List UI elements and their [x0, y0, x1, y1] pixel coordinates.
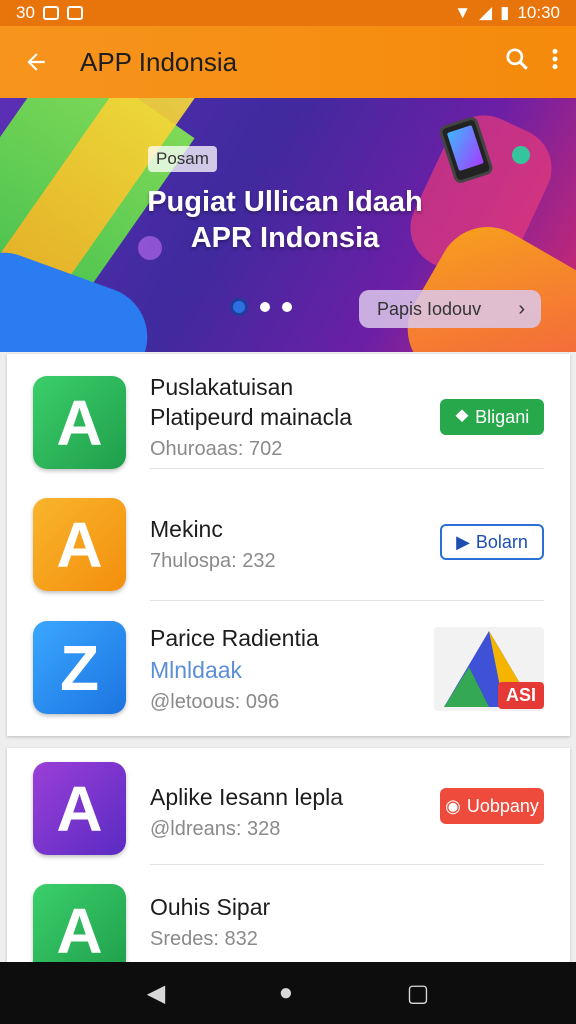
pager-dot-active[interactable]	[230, 298, 248, 316]
pager-dot[interactable]	[282, 302, 292, 312]
page-title: APP Indonsia	[80, 46, 238, 77]
list-item[interactable]: A Puslakatuisan Platipeurd mainacla Ohur…	[7, 354, 570, 469]
image-notification-icon	[66, 6, 83, 20]
battery-icon: ▮	[500, 3, 510, 22]
app-meta: Sredes: 832	[150, 928, 258, 950]
banner-title: Pugiat Ullican Idaah APR Indonsia	[130, 184, 440, 256]
list-item[interactable]: A Mekinc 7hulospa: 232 ▶ Bolarn	[7, 486, 570, 601]
clock: 10:30	[517, 3, 560, 22]
pager-dot[interactable]	[260, 302, 270, 312]
divider	[150, 864, 544, 865]
nav-back-icon[interactable]: ◀	[147, 979, 165, 1008]
app-logo-icon: A	[33, 498, 126, 591]
notification-icon	[42, 6, 59, 20]
banner-badge: Posam	[148, 146, 217, 172]
app-list-card: A Puslakatuisan Platipeurd mainacla Ohur…	[7, 354, 570, 736]
back-arrow-icon[interactable]	[16, 42, 56, 82]
banner-cta-button[interactable]: Papis Iodouv ›	[359, 290, 541, 328]
signal-icon: ◢	[479, 3, 493, 22]
nav-recents-icon[interactable]: ▢	[407, 979, 430, 1008]
app-logo-icon: A	[33, 762, 126, 855]
app-action-label: Uobpany	[466, 795, 539, 816]
more-vert-icon[interactable]	[550, 46, 560, 79]
app-meta: Ohuroaas: 702	[150, 438, 283, 460]
app-bar: APP Indonsia	[0, 26, 576, 98]
app-name-line2: Mlnldaak	[150, 657, 243, 683]
app-meta: 7hulospa: 232	[150, 550, 276, 572]
app-list-card: A Aplike Iesann lepla @ldreans: 328 ◉ Uo…	[7, 748, 570, 977]
app-preview-thumbnail[interactable]: ASI	[434, 627, 544, 711]
banner-decoration	[512, 146, 530, 164]
app-name: Ouhis Sipar	[150, 894, 271, 920]
status-bar: 30 ▼ ◢ ▮ 10:30	[0, 0, 576, 26]
badge-icon: ◉	[445, 795, 461, 816]
play-icon: ▶	[456, 531, 470, 552]
app-name-line2: Platipeurd mainacla	[150, 404, 353, 430]
app-action-label: ASI	[497, 682, 544, 709]
search-icon[interactable]	[504, 46, 530, 79]
app-logo-icon: A	[33, 376, 126, 469]
app-logo-icon: Z	[33, 621, 126, 714]
banner-title-line2: APR Indonsia	[190, 222, 380, 254]
status-left-text: 30	[16, 3, 35, 22]
promo-banner[interactable]: Posam Pugiat Ullican Idaah APR Indonsia …	[0, 98, 576, 352]
app-name: Puslakatuisan	[150, 374, 294, 400]
app-action-button[interactable]: ▶ Bolarn	[440, 524, 544, 560]
list-item[interactable]: Z Parice Radientia Mlnldaak @letoous: 09…	[7, 601, 570, 736]
banner-pager[interactable]	[230, 298, 292, 316]
app-action-button[interactable]: ⯁ Bligani	[440, 399, 544, 435]
tag-icon: ⯁	[454, 406, 470, 427]
app-action-button[interactable]: ◉ Uobpany	[440, 788, 544, 824]
banner-title-line1: Pugiat Ullican Idaah	[147, 186, 423, 218]
wifi-icon: ▼	[454, 3, 472, 22]
list-item[interactable]: A Aplike Iesann lepla @ldreans: 328 ◉ Uo…	[7, 748, 570, 865]
app-meta: @letoous: 096	[150, 691, 280, 713]
banner-cta-label: Papis Iodouv	[377, 298, 482, 319]
list-item[interactable]: A Ouhis Sipar Sredes: 832	[7, 866, 570, 977]
app-name: Parice Radientia	[150, 625, 319, 651]
app-name: Mekinc	[150, 516, 223, 542]
app-name: Aplike Iesann lepla	[150, 784, 344, 810]
divider	[150, 468, 544, 469]
chevron-right-icon: ›	[518, 297, 525, 320]
app-action-label: Bligani	[475, 406, 530, 427]
app-meta: @ldreans: 328	[150, 818, 281, 840]
nav-home-icon[interactable]: ●	[279, 979, 294, 1007]
app-action-label: Bolarn	[475, 531, 528, 552]
system-nav-bar: ◀ ● ▢	[0, 962, 576, 1024]
